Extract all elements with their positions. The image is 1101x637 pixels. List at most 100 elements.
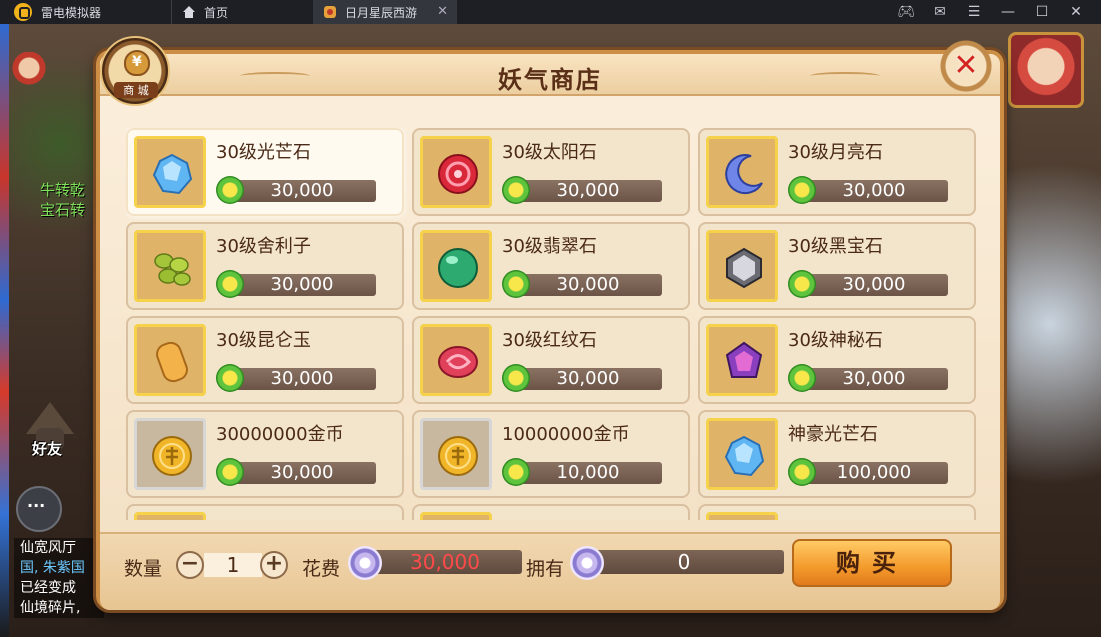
black-gem-icon <box>726 247 762 289</box>
item-name: 神豪光芒石 <box>788 424 878 445</box>
minimize-icon[interactable]: — <box>991 0 1025 24</box>
item-name: 30级黑宝石 <box>788 236 883 257</box>
tab-game[interactable]: 日月星辰西游 ✕ <box>313 0 457 24</box>
demon-qi-coin-icon <box>216 364 244 392</box>
shop-item-card[interactable]: 30000000金币 30,000 <box>126 410 404 498</box>
item-price: 100,000 <box>800 462 948 484</box>
tab-home-label: 首页 <box>204 5 229 20</box>
shop-dialog: 妖气商店 30级光芒石 30,000 30级太阳石 30,000 30级月亮石 30,00… <box>96 50 1004 610</box>
own-label: 拥有 <box>526 558 565 580</box>
emulator-logo-icon <box>14 3 32 21</box>
demon-qi-coin-icon <box>502 458 530 486</box>
close-icon: ✕ <box>953 48 979 83</box>
money-bag-icon <box>124 50 150 76</box>
item-price: 30,000 <box>228 180 376 202</box>
shop-item-card[interactable]: 30级光芒石 30,000 <box>126 128 404 216</box>
demon-qi-coin-icon <box>502 364 530 392</box>
shop-item-card-partial[interactable] <box>126 504 404 520</box>
demon-qi-coin-icon <box>788 270 816 298</box>
chat-line: 国, 朱紫国 <box>20 560 85 576</box>
close-dialog-button[interactable]: ✕ <box>940 40 992 92</box>
chat-line: 已经变成 <box>20 580 76 596</box>
shop-item-card[interactable]: 30级舍利子 30,000 <box>126 222 404 310</box>
item-name: 30级月亮石 <box>788 142 883 163</box>
demon-qi-coin-icon <box>216 176 244 204</box>
sarira-icon <box>154 253 191 286</box>
item-icon-frame <box>706 136 778 208</box>
menu-icon[interactable]: ☰ <box>957 0 991 24</box>
shop-item-card-partial[interactable] <box>698 504 976 520</box>
item-name: 30000000金币 <box>216 424 344 445</box>
mail-icon[interactable]: ✉ <box>923 0 957 24</box>
item-icon-frame <box>134 136 206 208</box>
item-name: 30级红纹石 <box>502 330 597 351</box>
close-window-icon[interactable]: ✕ <box>1059 0 1093 24</box>
tab-close-icon[interactable]: ✕ <box>437 4 448 19</box>
shop-item-card[interactable]: 30级神秘石 30,000 <box>698 316 976 404</box>
gold-coin-icon <box>152 436 192 476</box>
purchase-footer: 数量 − 1 + 花费 30,000 拥有 0 购买 <box>100 532 1000 610</box>
mystic-stone-icon <box>725 341 763 378</box>
gamepad-icon[interactable]: 🎮︎ <box>889 0 923 24</box>
item-price: 30,000 <box>800 180 948 202</box>
header-ornament-right <box>810 72 880 80</box>
item-price: 30,000 <box>228 462 376 484</box>
chat-line: 仙宽风厅 <box>20 540 76 556</box>
shop-item-card[interactable]: 神豪光芒石 100,000 <box>698 410 976 498</box>
red-sun-stone-icon <box>438 154 478 194</box>
event-text-2: 宝石转 <box>40 201 86 219</box>
shop-item-card[interactable]: 30级太阳石 30,000 <box>412 128 690 216</box>
jade-pebble-icon <box>156 341 188 383</box>
item-icon-frame <box>420 136 492 208</box>
tab-game-label: 日月星辰西游 <box>345 5 418 20</box>
shop-item-card[interactable]: 30级红纹石 30,000 <box>412 316 690 404</box>
character-portrait[interactable] <box>1008 32 1084 108</box>
quantity-plus-button[interactable]: + <box>260 551 288 579</box>
god-of-wealth-avatar[interactable] <box>12 52 46 92</box>
demon-qi-coin-icon <box>788 458 816 486</box>
friend-label: 好友 <box>32 440 63 458</box>
dialog-header: 妖气商店 <box>100 54 1000 96</box>
item-name: 30级舍利子 <box>216 236 311 257</box>
item-name: 30级太阳石 <box>502 142 597 163</box>
item-icon-frame <box>706 324 778 396</box>
demon-qi-coin-icon <box>788 176 816 204</box>
event-text-1: 牛转乾 <box>40 181 86 199</box>
shop-item-card[interactable]: 30级翡翠石 30,000 <box>412 222 690 310</box>
shop-item-card[interactable]: 30级黑宝石 30,000 <box>698 222 976 310</box>
item-name: 30级翡翠石 <box>502 236 597 257</box>
item-icon-frame <box>420 230 492 302</box>
item-grid[interactable]: 30级光芒石 30,000 30级太阳石 30,000 30级月亮石 30,000 30级舍… <box>126 128 978 520</box>
blue-crystal-icon <box>152 153 193 195</box>
demon-qi-coin-icon <box>216 270 244 298</box>
item-price: 30,000 <box>514 368 662 390</box>
item-icon-frame <box>420 418 492 490</box>
chat-bubble-icon[interactable] <box>16 486 62 532</box>
item-name: 30级光芒石 <box>216 142 311 163</box>
item-icon-frame <box>420 324 492 396</box>
game-app-icon <box>324 6 336 18</box>
shop-badge-label: 商 城 <box>114 82 158 98</box>
shop-item-card[interactable]: 30级月亮石 30,000 <box>698 128 976 216</box>
blue-crystal-icon <box>724 435 765 477</box>
quantity-minus-button[interactable]: − <box>176 551 204 579</box>
item-icon-frame <box>706 230 778 302</box>
maximize-icon[interactable]: ☐ <box>1025 0 1059 24</box>
demon-qi-coin-icon <box>502 176 530 204</box>
emerald-orb-icon <box>438 248 478 288</box>
buy-button[interactable]: 购买 <box>792 539 952 587</box>
emulator-titlebar: 雷电模拟器 首页 日月星辰西游 ✕ 🎮︎ ✉ ☰ — ☐ ✕ <box>0 0 1101 24</box>
demon-qi-currency-icon <box>570 546 604 580</box>
item-icon-frame <box>134 324 206 396</box>
shop-item-card[interactable]: 10000000金币 10,000 <box>412 410 690 498</box>
quantity-label: 数量 <box>124 558 163 580</box>
item-price: 30,000 <box>800 274 948 296</box>
item-icon-frame <box>706 512 778 520</box>
quantity-value[interactable]: 1 <box>204 553 262 577</box>
tab-home[interactable]: 首页 <box>171 0 313 24</box>
shop-item-card-partial[interactable] <box>412 504 690 520</box>
item-icon-frame <box>134 230 206 302</box>
friend-button[interactable]: 好友 <box>18 398 84 464</box>
demon-qi-coin-icon <box>788 364 816 392</box>
shop-item-card[interactable]: 30级昆仑玉 30,000 <box>126 316 404 404</box>
